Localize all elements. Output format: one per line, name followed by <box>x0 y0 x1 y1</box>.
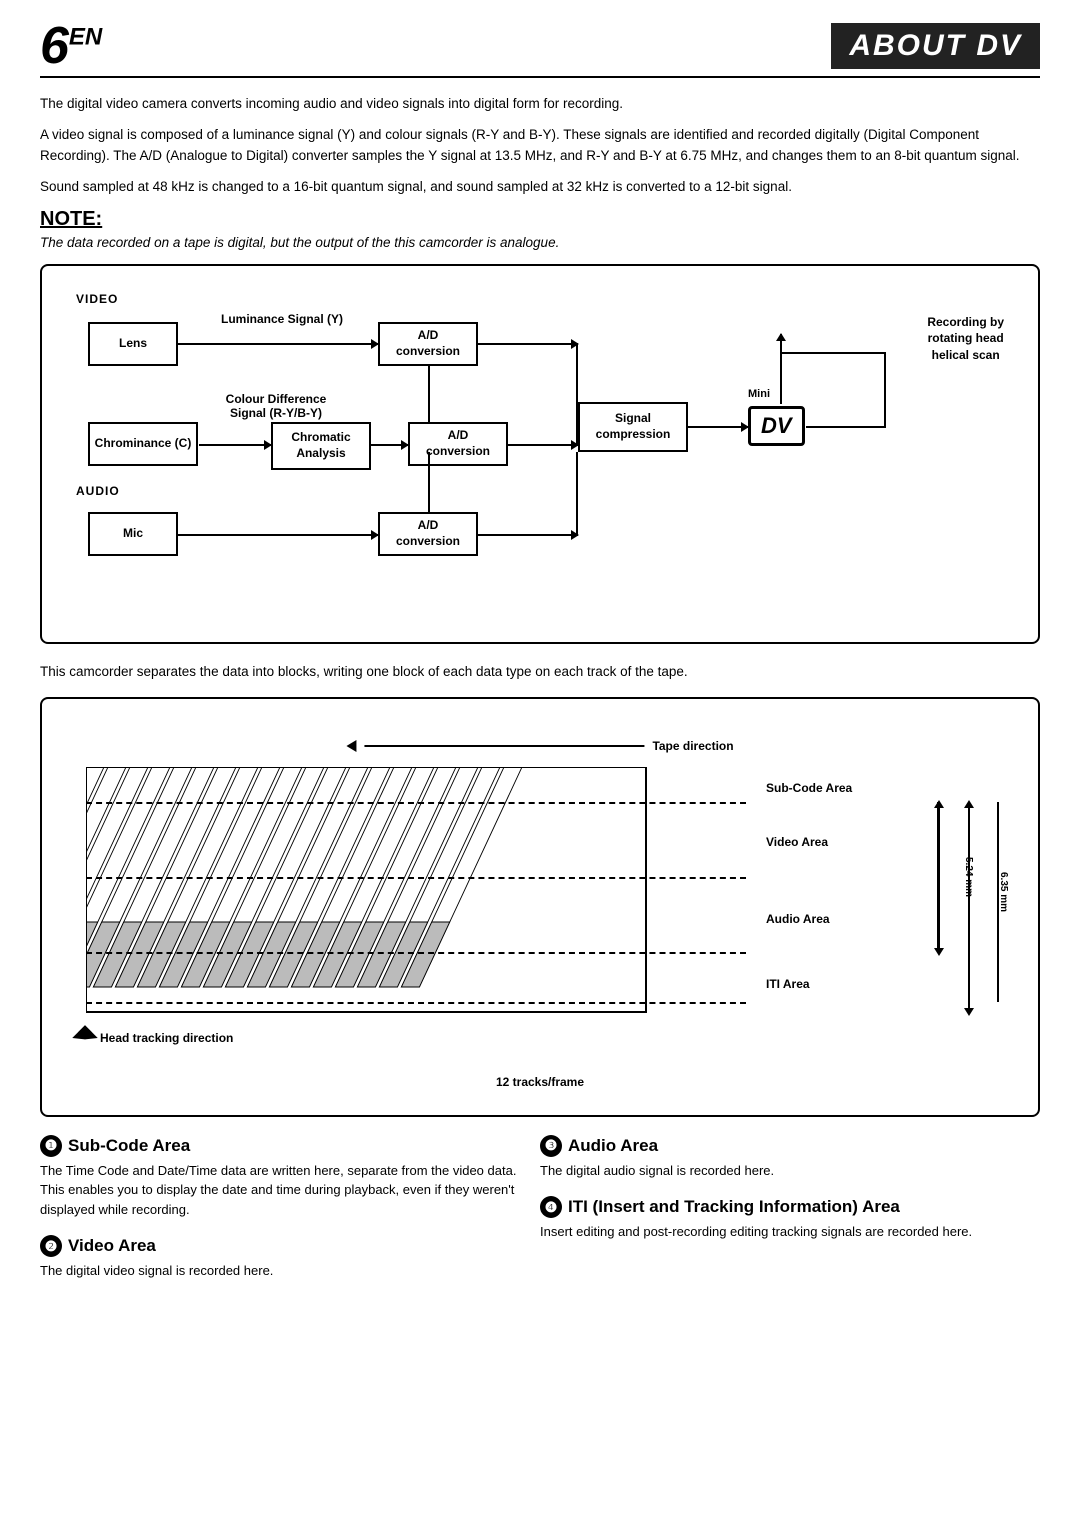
audio-area-label: Audio Area <box>766 912 830 926</box>
lens-box: Lens <box>88 322 178 366</box>
sub-code-area-label: Sub-Code Area <box>766 781 852 795</box>
tape-tracks-svg <box>86 767 726 1037</box>
item-audio-area-title: ❸ Audio Area <box>540 1135 1040 1157</box>
right-top-h-line <box>780 352 886 354</box>
item-1-circle: ❶ <box>40 1135 62 1157</box>
compress-to-dv-arrow <box>688 426 748 428</box>
luminance-signal-label: Luminance Signal (Y) <box>221 312 343 326</box>
item-audio-area-body: The digital audio signal is recorded her… <box>540 1161 1040 1181</box>
right-v-line <box>884 352 886 428</box>
tape-diagram: Tape direction <box>66 717 1014 1097</box>
tape-direction-container: Tape direction <box>346 739 733 753</box>
item-video-area-title: ❷ Video Area <box>40 1235 520 1257</box>
dim2-v-line <box>968 808 970 1008</box>
audio-area-dashed-line <box>86 952 746 954</box>
page-header: 6EN ABOUT DV <box>40 20 1040 78</box>
intro-para-2: A video signal is composed of a luminanc… <box>40 125 1040 167</box>
ad2-box: A/Dconversion <box>408 422 508 466</box>
chrominance-box: Chrominance (C) <box>88 422 198 466</box>
dv-logo-container: Mini DV <box>748 406 805 446</box>
dim2-arrows <box>964 800 974 1016</box>
page-number: 6EN <box>40 20 102 72</box>
tape-section-text: This camcorder separates the data into b… <box>40 662 1040 683</box>
chrom-to-chromatic-arrow <box>199 444 271 446</box>
section-title: ABOUT DV <box>831 23 1040 69</box>
item-4-circle: ❹ <box>540 1196 562 1218</box>
ad3-to-compress-arrow <box>478 534 578 536</box>
dv-label: DV <box>761 413 792 439</box>
item-2-circle: ❷ <box>40 1235 62 1257</box>
signal-diagram-box: VIDEO AUDIO Lens Chrominance (C) Mic Lum… <box>40 264 1040 644</box>
tracks-label: 12 tracks/frame <box>496 1075 584 1089</box>
signal-compression-box: Signal compression <box>578 402 688 452</box>
tape-direction-line <box>364 745 644 747</box>
item-sub-code-body: The Time Code and Date/Time data are wri… <box>40 1161 520 1220</box>
lens-to-ad1-arrow <box>178 343 378 345</box>
item-iti-area-title: ❹ ITI (Insert and Tracking Information) … <box>540 1196 1040 1218</box>
ad1-box: A/Dconversion <box>378 322 478 366</box>
right-col: ❸ Audio Area The digital audio signal is… <box>540 1135 1040 1297</box>
item-video-area: ❷ Video Area The digital video signal is… <box>40 1235 520 1281</box>
up-arrow-dim1 <box>934 800 944 808</box>
down-arrow-dim2 <box>964 1008 974 1016</box>
item-sub-code-title: ❶ Sub-Code Area <box>40 1135 520 1157</box>
left-col: ❶ Sub-Code Area The Time Code and Date/T… <box>40 1135 540 1297</box>
video-section-label: VIDEO <box>76 292 118 306</box>
item-iti-area: ❹ ITI (Insert and Tracking Information) … <box>540 1196 1040 1242</box>
video-area-label: Video Area <box>766 835 828 849</box>
dim2-label: 6.35 mm <box>998 872 1009 912</box>
mini-label: Mini <box>748 388 770 400</box>
intro-para-3: Sound sampled at 48 kHz is changed to a … <box>40 177 1040 198</box>
item-iti-area-body: Insert editing and post-recording editin… <box>540 1222 1040 1242</box>
ad1-down-line <box>428 366 430 422</box>
dim1-v-line <box>938 808 940 948</box>
iti-area-label: ITI Area <box>766 977 810 991</box>
ad1-to-compress-arrow <box>478 343 578 345</box>
item-sub-code: ❶ Sub-Code Area The Time Code and Date/T… <box>40 1135 520 1220</box>
dv-right-line <box>806 426 886 428</box>
h-small <box>428 512 430 514</box>
recording-label: Recording byrotating headhelical scan <box>927 314 1004 364</box>
tape-direction-arrow-icon <box>346 740 356 752</box>
head-tracking-arrow-icon <box>72 1025 97 1050</box>
signal-diagram: VIDEO AUDIO Lens Chrominance (C) Mic Lum… <box>66 284 1014 624</box>
tape-direction-label: Tape direction <box>652 739 733 753</box>
tape-diagram-box: Tape direction <box>40 697 1040 1117</box>
v-connector2 <box>576 452 578 536</box>
up-arrow-dim2 <box>964 800 974 808</box>
item-audio-area: ❸ Audio Area The digital audio signal is… <box>540 1135 1040 1181</box>
dv-to-recording-arrow <box>780 334 782 404</box>
item-3-circle: ❸ <box>540 1135 562 1157</box>
head-tracking-label: Head tracking direction <box>100 1031 233 1045</box>
sub-code-dashed-line <box>86 802 746 804</box>
note-text: The data recorded on a tape is digital, … <box>40 235 1040 250</box>
mic-box: Mic <box>88 512 178 556</box>
iti-area-dashed-line <box>86 1002 746 1004</box>
numbered-sections: ❶ Sub-Code Area The Time Code and Date/T… <box>40 1135 1040 1297</box>
ad3-up-line <box>428 452 430 514</box>
audio-section-label: AUDIO <box>76 484 120 498</box>
item-video-area-body: The digital video signal is recorded her… <box>40 1261 520 1281</box>
ad2-to-compress-arrow <box>508 444 578 446</box>
note-header: NOTE: <box>40 208 1040 231</box>
chromatic-analysis-box: Chromatic Analysis <box>271 422 371 470</box>
intro-para-1: The digital video camera converts incomi… <box>40 94 1040 115</box>
colour-diff-label: Colour DifferenceSignal (R-Y/B-Y) <box>211 392 341 420</box>
head-tracking-container: Head tracking direction <box>76 1029 233 1047</box>
dim1-arrows <box>934 800 944 956</box>
video-area-dashed-line <box>86 877 746 879</box>
ad3-box: A/Dconversion <box>378 512 478 556</box>
mic-to-ad3-arrow <box>178 534 378 536</box>
down-arrow-dim1 <box>934 948 944 956</box>
